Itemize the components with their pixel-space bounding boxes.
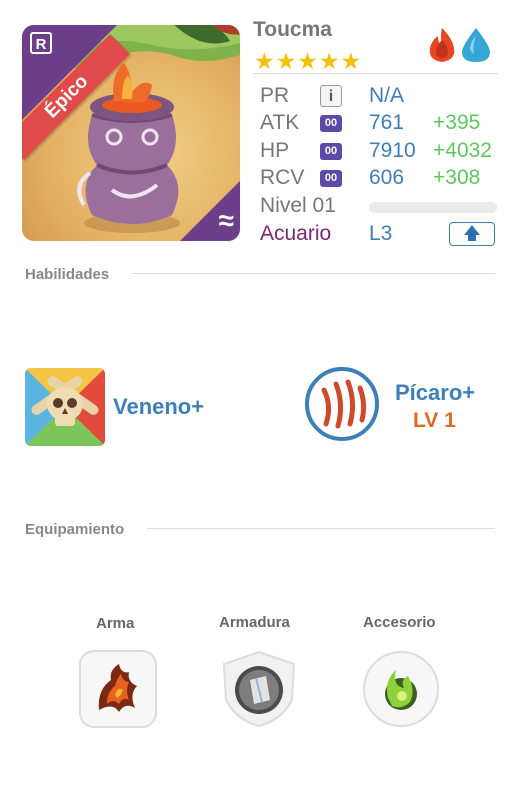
stat-value: 606 (369, 166, 405, 189)
stat-label: RCV (260, 166, 305, 189)
stat-value: 7910 (369, 139, 416, 162)
equipment-divider (147, 528, 495, 529)
tier-r-icon: R (30, 32, 52, 54)
stat-row-rcv: RCV 00 606 +308 (260, 166, 500, 192)
zodiac-level: L3 (369, 222, 393, 245)
stat-bonus: +4032 (433, 139, 492, 162)
equip-label-armor: Armadura (219, 614, 290, 631)
skill-name-right: Pícaro+ (395, 380, 476, 405)
wave-icon: ≈ (218, 205, 234, 236)
accessory-icon[interactable] (362, 650, 440, 728)
stat-row-atk: ATK 00 761 +395 (260, 111, 500, 137)
stat-badge-icon: 00 (320, 170, 342, 187)
skills-section-title: Habilidades (25, 266, 110, 283)
stat-badge-icon: 00 (320, 143, 342, 160)
stat-label: PR (260, 84, 290, 107)
header-divider (253, 73, 498, 74)
fire-icon (429, 28, 455, 62)
skull-icon[interactable] (25, 368, 105, 446)
stat-bonus: +395 (433, 111, 481, 134)
skills-divider (131, 273, 495, 274)
stat-badge-icon: 00 (320, 115, 342, 132)
level-progress-bar (369, 202, 497, 213)
equip-label-weapon: Arma (96, 615, 135, 632)
skill-name-left: Veneno+ (113, 394, 205, 419)
weapon-icon[interactable] (79, 650, 157, 728)
stat-row-hp: HP 00 7910 +4032 (260, 139, 500, 165)
equip-label-accessory: Accesorio (363, 614, 436, 631)
armor-icon[interactable] (220, 650, 298, 728)
stat-bonus: +308 (433, 166, 481, 189)
equipment-section-title: Equipamiento (25, 521, 125, 538)
water-icon (462, 28, 490, 62)
skill-level-right: LV 1 (413, 409, 456, 432)
stat-label: HP (260, 139, 290, 162)
stat-row-level: Nivel 01 (260, 194, 500, 220)
upgrade-button[interactable]: 🡅 (449, 222, 495, 246)
zodiac-label: Acuario (260, 222, 332, 245)
stat-value: N/A (369, 84, 405, 107)
stat-label: ATK (260, 111, 300, 134)
stat-value: 761 (369, 111, 405, 134)
level-label: Nivel 01 (260, 194, 336, 217)
hero-portrait[interactable]: Épico R ≈ (22, 25, 240, 241)
hero-name: Toucma (253, 18, 332, 41)
info-icon[interactable]: i (320, 85, 342, 107)
star-rating: ★★★★★ (254, 48, 363, 74)
stat-row-sign: Acuario L3 🡅 (260, 222, 500, 248)
claw-icon[interactable] (304, 366, 380, 442)
stat-row-pr: PR i N/A (260, 84, 500, 110)
